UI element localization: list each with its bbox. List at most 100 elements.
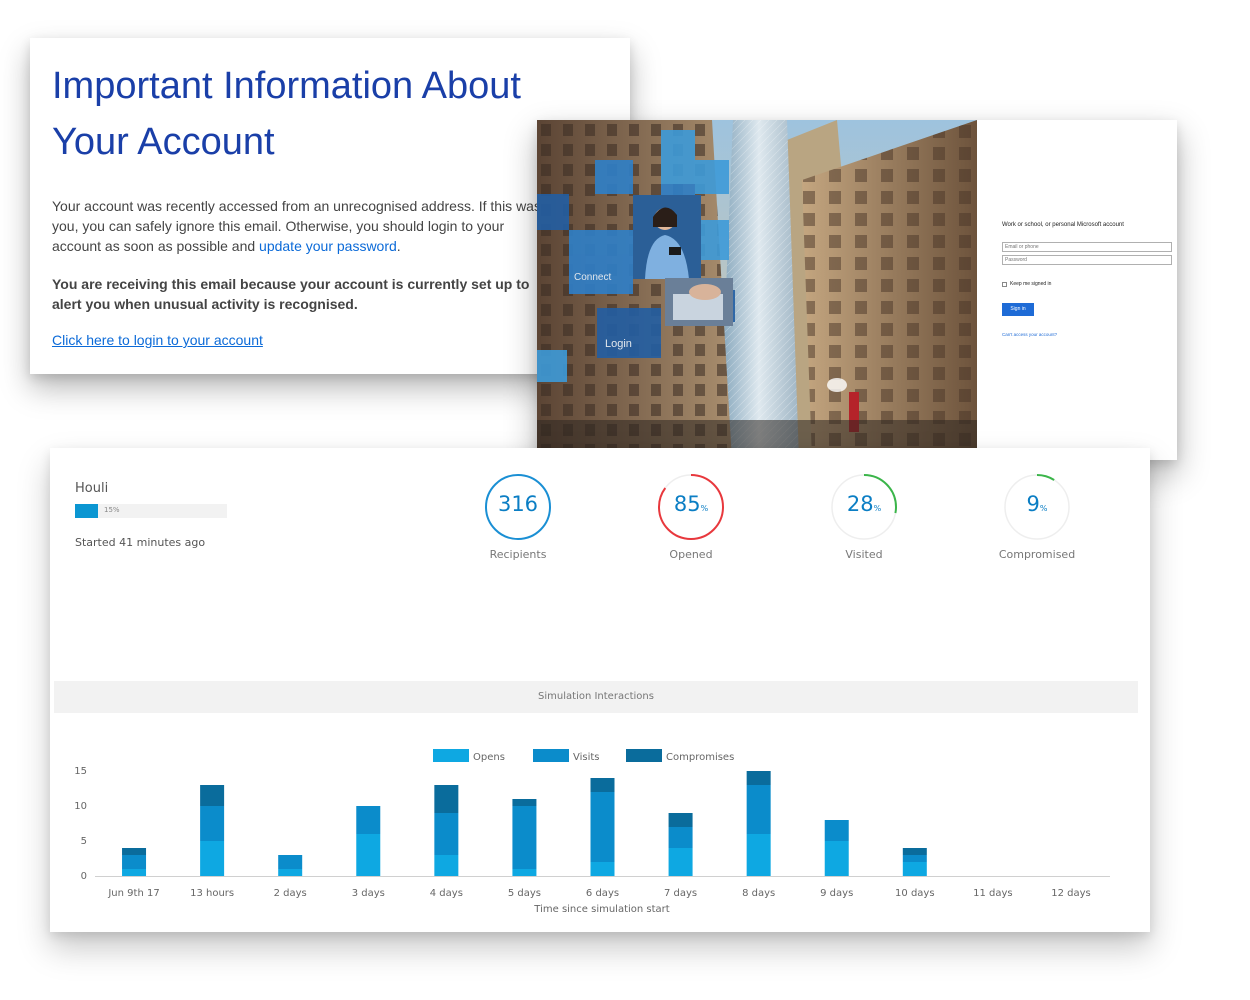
legend-swatch-compromises (626, 749, 662, 762)
bar-opens (434, 855, 459, 876)
login-to-account-link[interactable]: Click here to login to your account (52, 332, 263, 348)
bar-compromises (122, 848, 147, 855)
email-body-end: . (396, 238, 401, 254)
stat-suffix: % (1039, 504, 1048, 513)
x-tick-label: 5 days (508, 888, 541, 899)
bar-opens (278, 869, 303, 876)
x-tick-label: 7 days (664, 888, 697, 899)
login-heading: Work or school, or personal Microsoft ac… (1002, 222, 1124, 228)
decorative-tile (595, 160, 633, 194)
stat-value: 9% (1026, 492, 1048, 516)
stat-label: Visited (845, 548, 883, 561)
x-tick-label: 8 days (742, 888, 775, 899)
simulation-interactions-header: Simulation Interactions (54, 681, 1138, 713)
y-tick-label: 5 (81, 836, 87, 847)
bar-opens (590, 862, 615, 876)
collage-stage: Important Information About Your Account… (0, 0, 1250, 1000)
bar-visits (746, 785, 771, 834)
bar-visits (824, 820, 849, 841)
password-field[interactable] (1002, 255, 1172, 265)
bar-compromises (434, 785, 459, 813)
bar-compromises (902, 848, 927, 855)
bar-compromises (200, 785, 225, 806)
stat-label: Compromised (998, 548, 1076, 561)
microsoft-login-form: Work or school, or personal Microsoft ac… (977, 120, 1177, 460)
city-background-image: Connect Login (537, 120, 977, 460)
stat-visited: 28% Visited (804, 472, 924, 572)
y-tick-label: 10 (74, 801, 87, 812)
bar-visits (512, 806, 537, 869)
email-title: Important Information About Your Account (52, 58, 608, 170)
x-tick-label: 13 hours (190, 888, 234, 899)
x-tick-label: Jun 9th 17 (107, 888, 159, 899)
bar-opens (512, 869, 537, 876)
bar-opens (356, 834, 381, 876)
bar-visits (434, 813, 459, 855)
tile-connect: Connect (569, 230, 633, 294)
stat-recipients: 316 Recipients (458, 472, 578, 572)
x-axis-label: Time since simulation start (533, 904, 669, 915)
y-tick-label: 0 (81, 871, 87, 882)
laptop-photo (665, 278, 733, 326)
email-body: Your account was recently accessed from … (52, 196, 552, 256)
y-tick-label: 15 (74, 766, 87, 777)
email-field[interactable] (1002, 242, 1172, 252)
stat-opened: 85% Opened (631, 472, 751, 572)
bar-visits (278, 855, 303, 869)
bar-visits (200, 806, 225, 841)
woman-with-phone-photo (633, 195, 701, 279)
keep-signed-in-row[interactable]: Keep me signed in (1002, 281, 1177, 287)
fake-login-page: Connect Login Work or school, or persona… (537, 120, 1177, 460)
email-title-line1: Important Information About (52, 65, 521, 107)
bar-opens (200, 841, 225, 876)
simulation-progress-label: 15% (104, 506, 120, 514)
bar-visits (902, 855, 927, 862)
legend-label-opens: Opens (473, 752, 505, 763)
bar-visits (356, 806, 381, 834)
bar-opens (824, 841, 849, 876)
stat-value: 28% (846, 492, 882, 516)
cant-access-account-link[interactable]: Can't access your account? (1002, 332, 1177, 337)
simulation-started-text: Started 41 minutes ago (75, 536, 206, 549)
interactions-chart: 0 5 10 15 Jun 9th 17 13 hours 2 days 3 days 4 da… (74, 749, 1110, 915)
keep-signed-in-label: Keep me signed in (1010, 281, 1052, 287)
bar-compromises (746, 771, 771, 785)
legend-swatch-opens (433, 749, 469, 762)
bar-compromises (590, 778, 615, 792)
x-tick-label: 12 days (1051, 888, 1091, 899)
bar-visits (668, 827, 693, 848)
decorative-tile (537, 350, 567, 382)
email-title-line2: Your Account (52, 121, 275, 163)
bar-compromises (668, 813, 693, 827)
stat-value: 85% (673, 492, 709, 516)
x-tick-label: 3 days (352, 888, 385, 899)
bar-visits (590, 792, 615, 862)
x-tick-label: 11 days (973, 888, 1013, 899)
decorative-tile (695, 160, 729, 194)
x-tick-label: 9 days (820, 888, 853, 899)
legend-label-compromises: Compromises (666, 752, 734, 763)
simulation-progress-bar: 15% (75, 504, 227, 518)
x-tick-label: 6 days (586, 888, 619, 899)
update-password-link[interactable]: update your password (259, 238, 397, 254)
stat-label: Recipients (489, 548, 547, 561)
stat-suffix: % (700, 504, 709, 513)
email-notice: You are receiving this email because you… (52, 276, 530, 312)
stat-value: 316 (497, 492, 539, 516)
decorative-tile (537, 194, 569, 230)
bar-compromises (512, 799, 537, 806)
simulation-dashboard: Houli 15% Started 41 minutes ago 316 Reci… (50, 448, 1150, 932)
x-tick-label: 4 days (430, 888, 463, 899)
keep-signed-in-checkbox[interactable] (1002, 281, 1007, 287)
x-tick-label: 10 days (895, 888, 935, 899)
x-tick-label: 2 days (274, 888, 307, 899)
bar-opens (746, 834, 771, 876)
stat-suffix: % (873, 504, 882, 513)
sign-in-button[interactable]: Sign in (1002, 303, 1034, 316)
stat-compromised: 9% Compromised (977, 472, 1097, 572)
decorative-tile (661, 130, 695, 184)
bar-visits (122, 855, 147, 869)
bar-opens (902, 862, 927, 876)
legend-label-visits: Visits (573, 752, 600, 763)
tile-login: Login (597, 308, 661, 358)
